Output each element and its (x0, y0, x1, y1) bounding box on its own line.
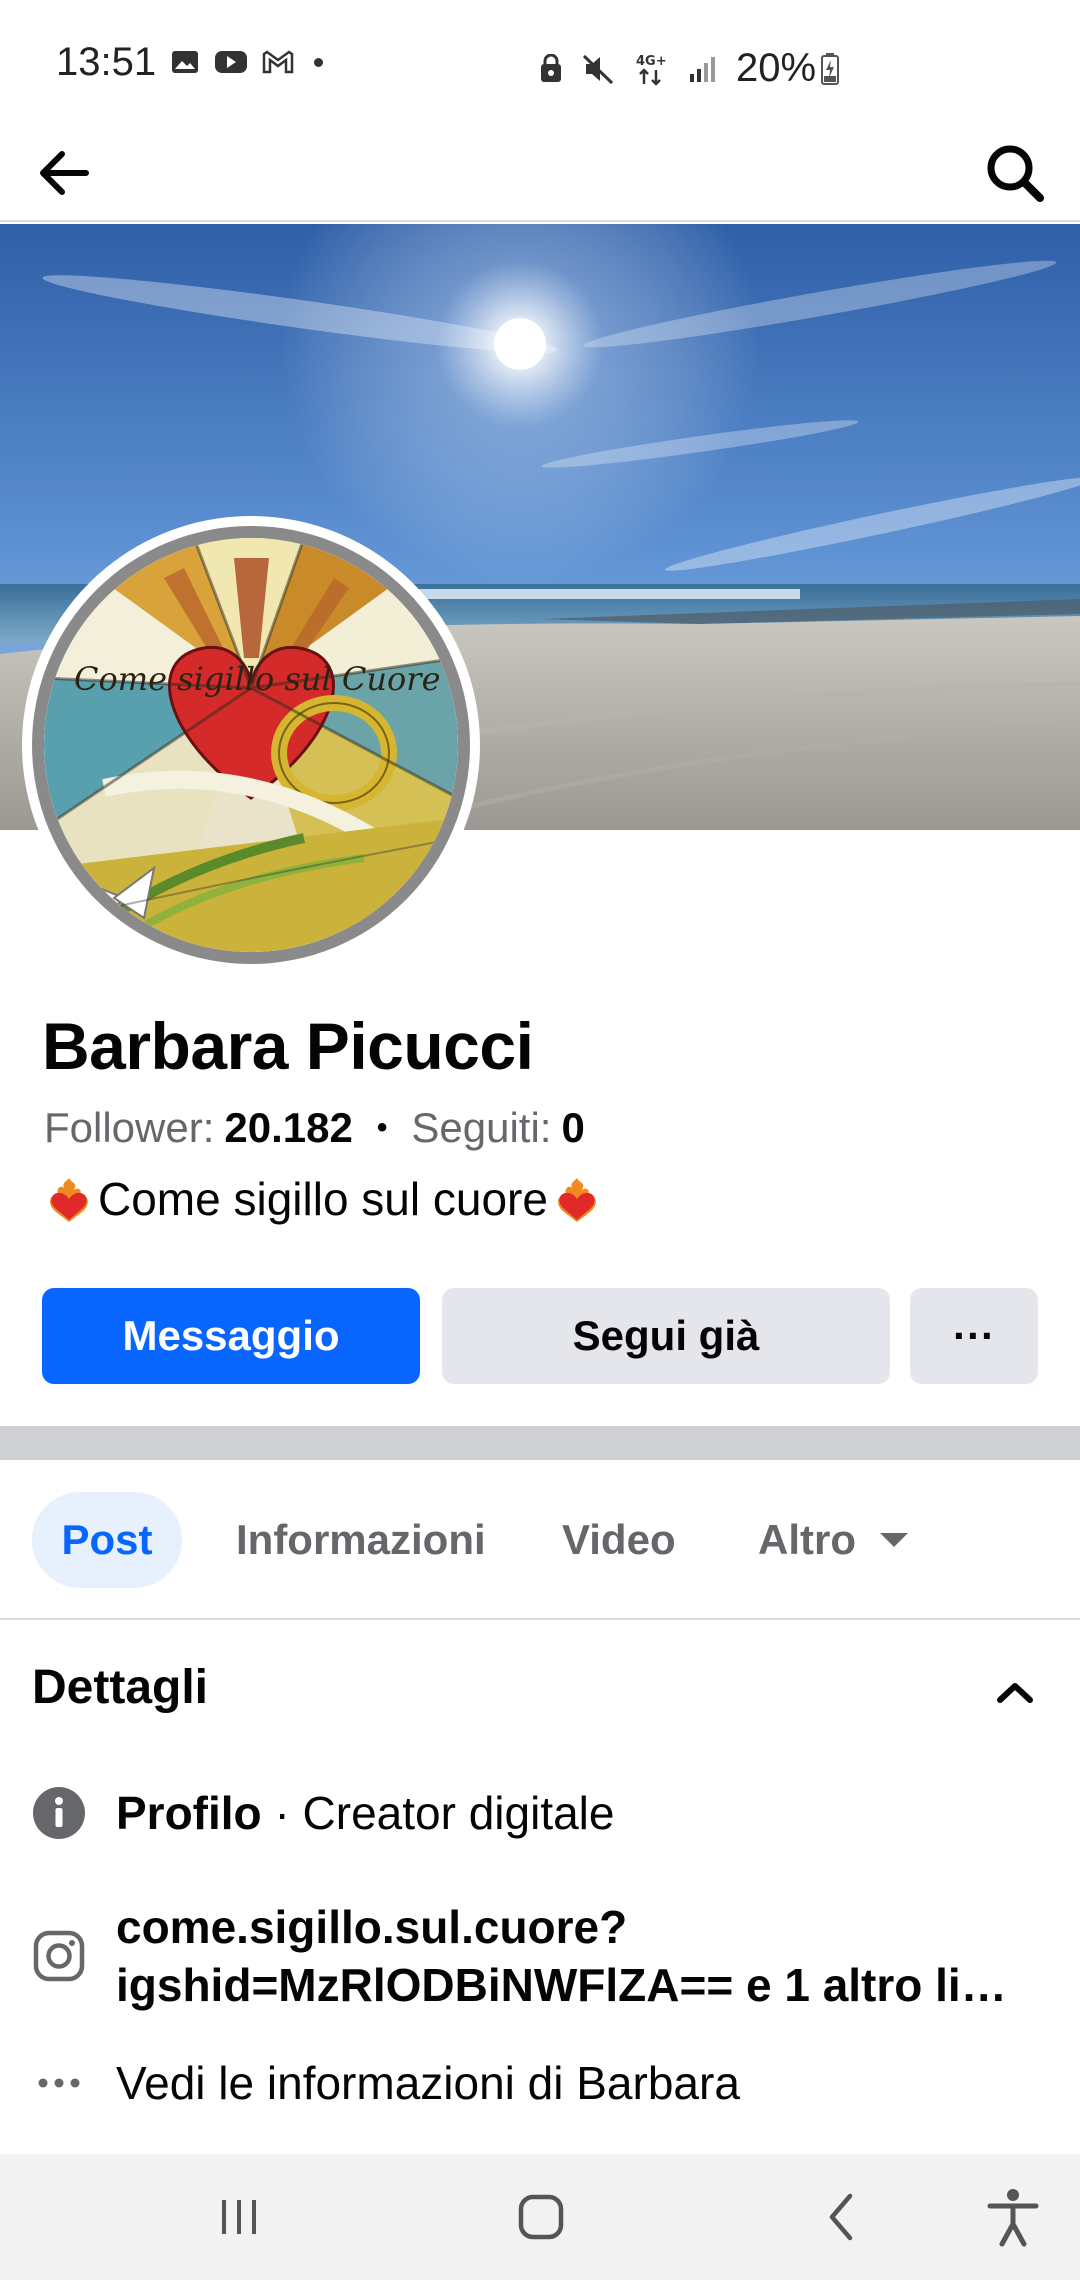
svg-text:4G+: 4G+ (636, 54, 667, 69)
more-notifications-dot (314, 57, 323, 67)
message-button[interactable]: Messaggio (42, 1288, 420, 1384)
system-back-icon[interactable] (808, 2182, 878, 2252)
profile-role: · Creator digitale (261, 1787, 615, 1839)
more-dots-icon (38, 2078, 80, 2088)
see-about-info-link[interactable]: Vedi le informazioni di Barbara (32, 2056, 740, 2110)
battery-percentage: 20% (736, 46, 817, 90)
profile-tabs: Post Informazioni Video Altro (0, 1460, 1080, 1620)
profile-bio: Come sigillo sul cuore (44, 1172, 602, 1226)
instagram-icon (33, 1930, 85, 1982)
tab-post[interactable]: Post (32, 1492, 182, 1588)
more-options-button[interactable]: ··· (910, 1288, 1038, 1384)
avatar-ring: Come sigillo sul Cuore (32, 526, 470, 964)
home-icon[interactable] (506, 2182, 576, 2252)
back-arrow-icon[interactable] (30, 138, 100, 208)
tab-altro-label: Altro (758, 1516, 856, 1563)
avatar-image: Come sigillo sul Cuore (44, 538, 458, 952)
gmail-icon (262, 50, 294, 74)
instagram-link-line-1: come.sigillo.sul.cuore? (116, 1901, 628, 1953)
system-navigation-bar (0, 2154, 1080, 2280)
see-about-info-text: Vedi le informazioni di Barbara (116, 2057, 740, 2109)
avatar-logo-text: Come sigillo sul Cuore (74, 660, 441, 698)
tab-altro[interactable]: Altro (758, 1492, 908, 1588)
gallery-icon (172, 51, 198, 73)
following-count[interactable]: 0 (561, 1104, 584, 1152)
youtube-icon (215, 51, 247, 73)
notification-icons (170, 48, 323, 76)
dropdown-caret-icon (880, 1533, 908, 1547)
detail-instagram-link[interactable]: come.sigillo.sul.cuore? igshid=MzRlODBiN… (32, 1898, 1007, 2014)
info-icon (33, 1787, 85, 1839)
detail-profile-type: Profilo · Creator digitale (32, 1786, 615, 1840)
section-divider (0, 1426, 1080, 1460)
status-time: 13:51 (56, 40, 157, 84)
profile-type-label: Profilo (116, 1787, 262, 1839)
instagram-link-line-2: igshid=MzRlODBiNWFlZA== e 1 altro li… (116, 1959, 1007, 2011)
burning-heart-icon (50, 1178, 88, 1222)
battery-icon (821, 52, 840, 85)
recent-apps-icon[interactable] (204, 2182, 274, 2252)
signal-icon (690, 56, 715, 82)
4g-icon: 4G+ (636, 54, 667, 86)
stained-glass-heart-image: Come sigillo sul Cuore (44, 538, 458, 952)
stats-separator: • (376, 1111, 388, 1144)
accessibility-icon[interactable] (978, 2182, 1048, 2252)
burning-heart-icon (558, 1178, 596, 1222)
tab-informazioni[interactable]: Informazioni (236, 1492, 486, 1588)
top-navigation (0, 128, 1080, 222)
profile-avatar[interactable]: Come sigillo sul Cuore (22, 516, 480, 974)
tab-video[interactable]: Video (562, 1492, 676, 1588)
details-heading: Dettagli (32, 1661, 209, 1714)
following-button[interactable]: Segui già (442, 1288, 890, 1384)
profile-name: Barbara Picucci (42, 1009, 534, 1083)
following-label: Seguiti: (411, 1104, 552, 1151)
followers-label: Follower: (44, 1104, 215, 1151)
mute-icon (582, 54, 614, 84)
followers-count[interactable]: 20.182 (224, 1104, 352, 1152)
lock-icon (541, 53, 561, 82)
search-icon[interactable] (980, 138, 1050, 208)
profile-stats: Follower: 20.182 • Seguiti: 0 (44, 1104, 585, 1152)
chevron-up-icon[interactable] (990, 1668, 1040, 1718)
system-icons: 4G+ 20% (538, 46, 840, 91)
instagram-link-text[interactable]: come.sigillo.sul.cuore? igshid=MzRlODBiN… (116, 1898, 1007, 2014)
bio-text: Come sigillo sul cuore (98, 1173, 548, 1225)
status-bar: 13:51 4G+ 20% (0, 0, 1080, 128)
